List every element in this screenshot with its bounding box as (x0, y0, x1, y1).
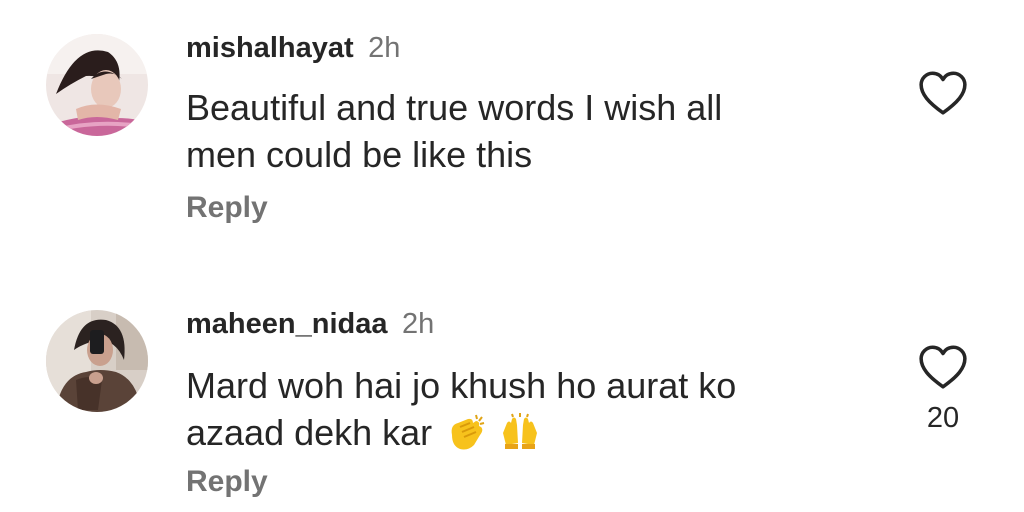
comment-item: maheen_nidaa 2h Mard woh hai jo khush ho… (0, 282, 1024, 512)
like-button[interactable]: 20 (917, 344, 969, 435)
avatar[interactable] (46, 310, 148, 412)
comment-header: maheen_nidaa 2h (186, 310, 434, 339)
avatar[interactable] (46, 34, 148, 136)
heart-outline-icon (919, 71, 967, 115)
reply-button[interactable]: Reply (186, 467, 268, 497)
reply-button[interactable]: Reply (186, 193, 268, 223)
like-count: 20 (926, 402, 960, 434)
avatar-photo (46, 310, 148, 412)
comment-text-line-with-emoji: azaad dekh kar (186, 409, 866, 456)
timestamp: 2h (368, 32, 401, 64)
comment-text-line: Mard woh hai jo khush ho aurat ko (186, 365, 737, 406)
username[interactable]: maheen_nidaa (186, 308, 387, 340)
comment-text: Mard woh hai jo khush ho aurat ko azaad … (186, 362, 866, 456)
comment-text-line: men could be like this (186, 134, 533, 175)
avatar-photo (46, 34, 148, 136)
comment-text-line: Beautiful and true words I wish all (186, 87, 723, 128)
timestamp: 2h (401, 308, 435, 340)
comment-item: mishalhayat 2h Beautiful and true words … (0, 0, 1024, 256)
heart-outline-icon (919, 345, 967, 389)
raising-hands-emoji (503, 413, 538, 449)
clapping-hands-emoji (451, 414, 485, 450)
like-button[interactable] (917, 70, 969, 116)
comment-header: mishalhayat 2h (186, 34, 400, 63)
username[interactable]: mishalhayat (186, 32, 354, 64)
comment-text-line: azaad dekh kar (186, 412, 433, 453)
comment-text: Beautiful and true words I wish all men … (186, 84, 866, 178)
